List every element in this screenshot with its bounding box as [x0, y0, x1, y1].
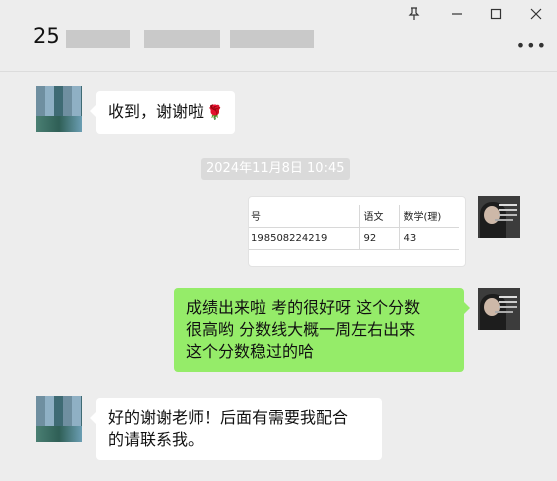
my-avatar[interactable] [478, 288, 520, 330]
contact-avatar[interactable] [36, 396, 82, 442]
more-options-icon[interactable]: ••• [516, 36, 547, 55]
redacted-title-part [230, 30, 314, 48]
table-header-cell: 号 [249, 205, 359, 228]
minimize-icon[interactable] [447, 4, 467, 24]
table-cell: 92 [358, 227, 399, 250]
received-message-bubble[interactable]: 好的谢谢老师！后面有需要我配合 的请联系我。 [90, 398, 382, 460]
table-cell: 198508224219 [249, 227, 359, 250]
maximize-icon[interactable] [486, 4, 506, 24]
message-text: 收到，谢谢啦 [108, 102, 205, 121]
message-line: 的请联系我。 [108, 430, 205, 449]
message-line: 好的谢谢老师！后面有需要我配合 [108, 408, 349, 427]
redacted-title-part [144, 30, 220, 48]
chat-header: 25 ••• [0, 0, 557, 72]
contact-avatar[interactable] [36, 86, 82, 132]
redacted-title-part [66, 30, 130, 48]
close-icon[interactable] [526, 4, 546, 24]
table-header-cell: 数学(理) [398, 205, 459, 228]
score-table-image: 号 语文 数学(理) 198508224219 92 43 [249, 205, 459, 250]
table-header-cell: 语文 [358, 205, 399, 228]
received-message-bubble[interactable]: 收到，谢谢啦 🌹 [89, 91, 236, 134]
message-line: 很高哟 分数线大概一周左右出来 [186, 320, 416, 339]
rose-emoji-icon: 🌹 [206, 105, 224, 121]
table-cell: 43 [398, 227, 459, 250]
pin-icon[interactable] [404, 4, 424, 24]
message-line: 成绩出来啦 考的很好呀 这个分数 [186, 298, 421, 317]
message-timestamp: 2024年11月8日 10:45 [201, 158, 350, 180]
sent-message-bubble[interactable]: 成绩出来啦 考的很好呀 这个分数 很高哟 分数线大概一周左右出来 这个分数稳过的… [174, 288, 470, 372]
chat-title: 25 [33, 22, 60, 50]
chat-title-prefix: 25 [33, 24, 60, 48]
my-avatar[interactable] [478, 196, 520, 238]
message-line: 这个分数稳过的哈 [186, 342, 315, 361]
image-message[interactable]: 号 语文 数学(理) 198508224219 92 43 [248, 196, 466, 267]
